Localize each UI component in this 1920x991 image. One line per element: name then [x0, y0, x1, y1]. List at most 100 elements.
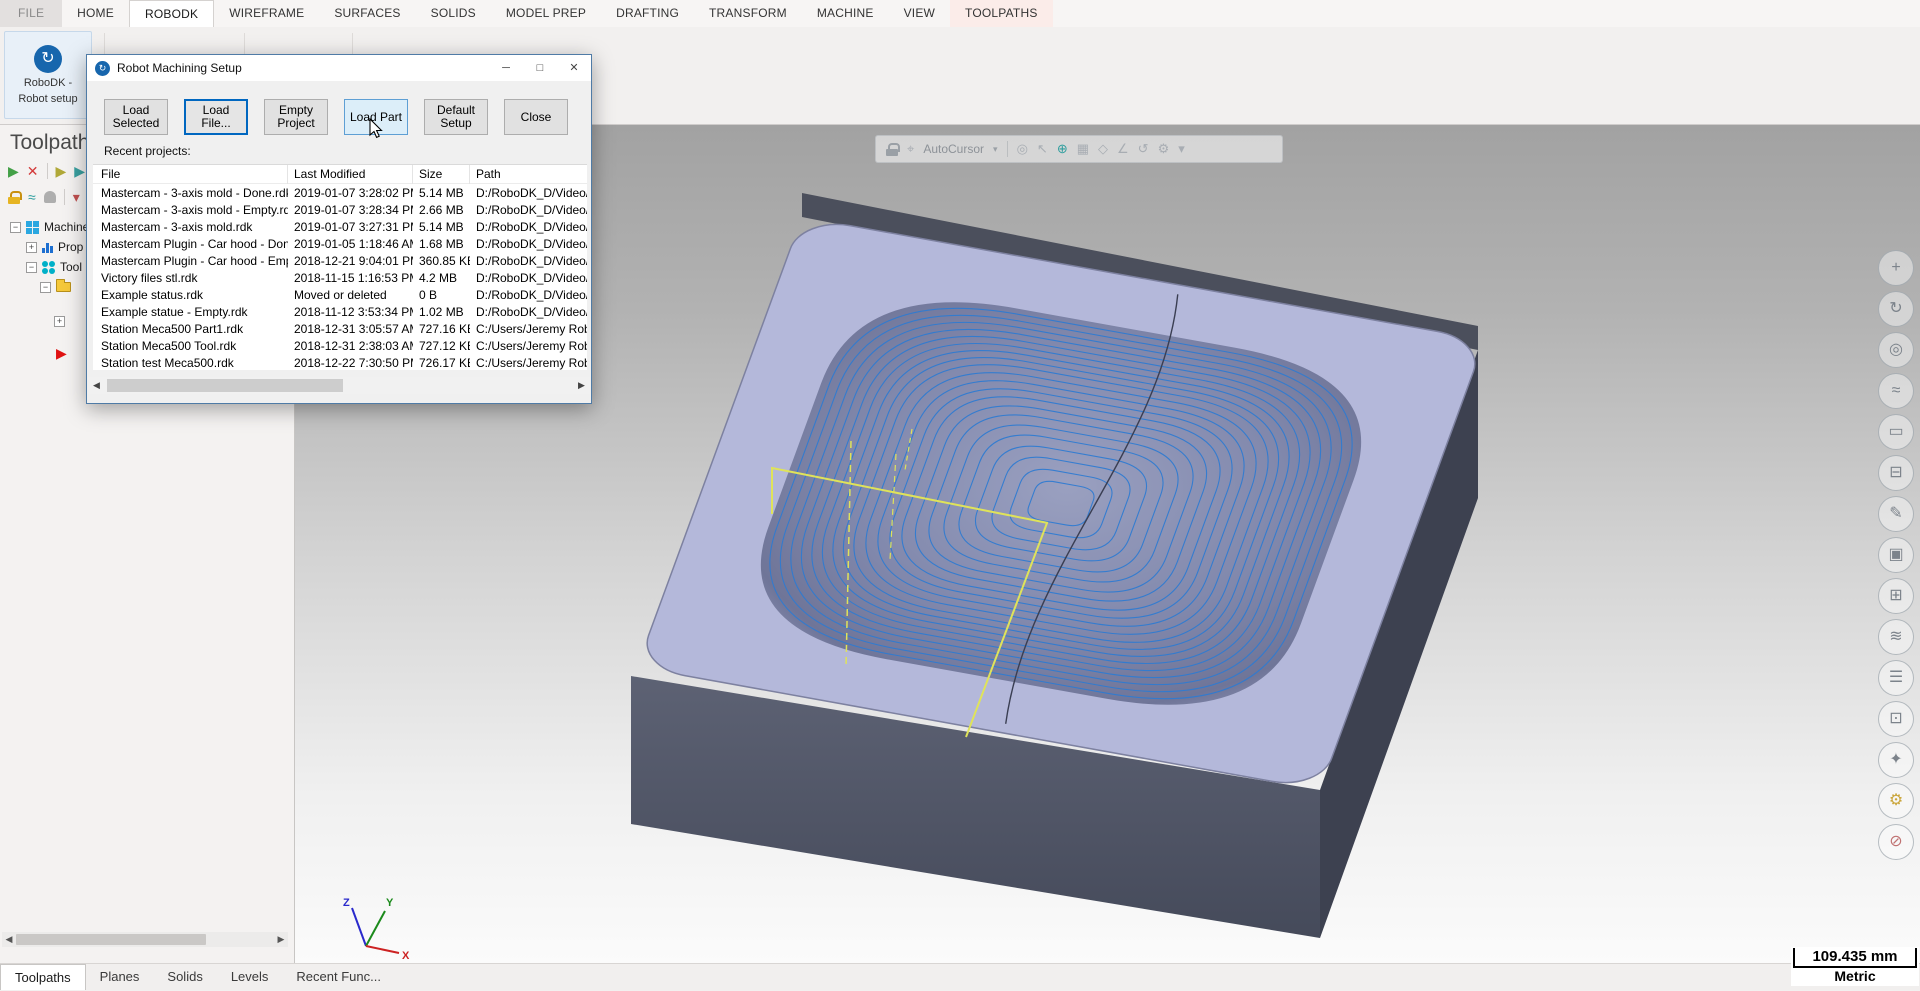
table-row[interactable]: Station Meca500 Part1.rdk2018-12-31 3:05…	[93, 320, 587, 337]
ghost-toolpath-icon[interactable]	[44, 191, 56, 203]
expand-toggle-icon[interactable]: +	[26, 242, 37, 253]
scroll-left-icon[interactable]: ◀	[2, 934, 16, 945]
panel-horizontal-scrollbar[interactable]: ◀ ▶	[2, 932, 288, 947]
table-row[interactable]: Example status.rdkMoved or deleted0 BD:/…	[93, 286, 587, 303]
lock-icon[interactable]	[8, 191, 20, 204]
tab-toolpaths[interactable]: TOOLPATHS	[950, 0, 1052, 27]
undo-icon[interactable]: ↺	[1138, 141, 1149, 157]
tab-machine[interactable]: MACHINE	[802, 0, 889, 27]
lock-icon[interactable]	[886, 143, 898, 156]
tab-wireframe[interactable]: WIREFRAME	[214, 0, 319, 27]
settings-tool-icon[interactable]: ⚙	[1878, 783, 1914, 819]
bottom-tab-bar: ToolpathsPlanesSolidsLevelsRecent Func..…	[0, 963, 1920, 990]
diamond-icon[interactable]: ◇	[1098, 141, 1108, 157]
tab-transform[interactable]: TRANSFORM	[694, 0, 802, 27]
crosshair-icon[interactable]: ⌖	[907, 141, 914, 157]
maximize-button[interactable]: □	[523, 55, 557, 81]
select-toolpath-icon[interactable]: ▶	[56, 163, 67, 179]
empty-project-button[interactable]: Empty Project	[264, 99, 328, 135]
table-row[interactable]: Station test Meca500.rdk2018-12-22 7:30:…	[93, 354, 587, 371]
default-setup-button[interactable]: Default Setup	[424, 99, 488, 135]
angle-icon[interactable]: ∠	[1117, 141, 1129, 157]
robot-machining-setup-dialog: ↻ Robot Machining Setup ─ □ ✕ Load Selec…	[86, 54, 592, 404]
rectangle-tool-icon[interactable]: ▭	[1878, 414, 1914, 450]
tab-view[interactable]: VIEW	[889, 0, 950, 27]
column-header-path[interactable]: Path	[470, 165, 587, 184]
more-tools-icon[interactable]: ▾	[73, 189, 80, 205]
panel-tool-icon[interactable]: ⊡	[1878, 701, 1914, 737]
spline-tool-icon[interactable]: ≈	[1878, 373, 1914, 409]
scroll-left-icon[interactable]: ◀	[88, 380, 105, 391]
tab-drafting[interactable]: DRAFTING	[601, 0, 694, 27]
autocursor-caret-icon[interactable]: ▾	[993, 144, 998, 155]
table-row[interactable]: Station Meca500 Tool.rdk2018-12-31 2:38:…	[93, 337, 587, 354]
robodk-button-label-1: RoboDK -	[24, 77, 72, 89]
scroll-right-icon[interactable]: ▶	[573, 380, 590, 391]
column-header-last-modified[interactable]: Last Modified	[288, 165, 413, 184]
load-selected-button[interactable]: Load Selected	[104, 99, 168, 135]
tab-file[interactable]: FILE	[0, 0, 62, 27]
bottom-tab-recent-func[interactable]: Recent Func...	[282, 964, 395, 990]
bottom-tab-planes[interactable]: Planes	[86, 964, 154, 990]
regen-toolpath-icon[interactable]: ▶	[74, 163, 85, 179]
tab-surfaces[interactable]: SURFACES	[319, 0, 415, 27]
tab-home[interactable]: HOME	[62, 0, 129, 27]
column-header-file[interactable]: File	[93, 165, 288, 184]
tab-model-prep[interactable]: MODEL PREP	[491, 0, 601, 27]
bottom-tab-levels[interactable]: Levels	[217, 964, 283, 990]
table-row[interactable]: Victory files stl.rdk2018-11-15 1:16:53 …	[93, 269, 587, 286]
draw-tool-icon[interactable]: ✎	[1878, 496, 1914, 532]
minimize-button[interactable]: ─	[489, 55, 523, 81]
snap-point-icon[interactable]: ⊕	[1057, 141, 1068, 157]
star-tool-icon[interactable]: ✦	[1878, 742, 1914, 778]
select-arrow-icon[interactable]: ↖	[1037, 141, 1048, 157]
collapse-toggle-icon[interactable]: −	[40, 282, 51, 293]
table-row[interactable]: Mastercam - 3-axis mold - Empty.rdk2019-…	[93, 201, 587, 218]
column-header-size[interactable]: Size	[413, 165, 470, 184]
levels-tool-icon[interactable]: ☰	[1878, 660, 1914, 696]
section-tool-icon[interactable]: ⊟	[1878, 455, 1914, 491]
add-tool-icon[interactable]: +	[1878, 250, 1914, 286]
table-row[interactable]: Mastercam - 3-axis mold.rdk2019-01-07 3:…	[93, 218, 587, 235]
scroll-right-icon[interactable]: ▶	[274, 934, 288, 945]
table-row[interactable]: Mastercam - 3-axis mold - Done.rdk2019-0…	[93, 184, 587, 201]
tree-label-toolgroup: Tool	[60, 260, 82, 274]
dropdown-caret-icon[interactable]: ▾	[1178, 141, 1185, 157]
collapse-toggle-icon[interactable]: −	[26, 262, 37, 273]
bottom-tab-solids[interactable]: Solids	[153, 964, 216, 990]
gear-icon[interactable]: ⚙	[1158, 141, 1170, 157]
disable-tool-icon[interactable]: ⊘	[1878, 824, 1914, 860]
grid-icon[interactable]: ▦	[1077, 141, 1089, 157]
grid-view-icon[interactable]: ⊞	[1878, 578, 1914, 614]
scrollbar-thumb[interactable]	[16, 934, 206, 945]
expand-toggle-icon[interactable]: +	[54, 316, 65, 327]
tab-robodk[interactable]: ROBODK	[129, 0, 214, 27]
autocursor-label[interactable]: AutoCursor	[923, 142, 984, 156]
toolbar-separator	[1007, 141, 1008, 157]
select-all-icon[interactable]: ▶	[8, 163, 19, 179]
table-row[interactable]: Mastercam Plugin - Car hood - Empty.rdk2…	[93, 252, 587, 269]
scrollbar-thumb[interactable]	[107, 379, 343, 392]
dialog-horizontal-scrollbar[interactable]: ◀ ▶	[88, 377, 590, 394]
dialog-titlebar[interactable]: ↻ Robot Machining Setup ─ □ ✕	[87, 55, 591, 81]
robodk-setup-button[interactable]: ↻ RoboDK - Robot setup	[4, 31, 92, 119]
toolbar-separator	[64, 189, 65, 205]
close-button[interactable]: Close	[504, 99, 568, 135]
table-header[interactable]: FileLast ModifiedSizePath	[93, 165, 587, 184]
bottom-tab-toolpaths[interactable]: Toolpaths	[0, 964, 86, 990]
table-row[interactable]: Example statue - Empty.rdk2018-11-12 3:5…	[93, 303, 587, 320]
circle-tool-icon[interactable]: ◎	[1878, 332, 1914, 368]
table-row[interactable]: Mastercam Plugin - Car hood - Done.rdk20…	[93, 235, 587, 252]
waves-tool-icon[interactable]: ≋	[1878, 619, 1914, 655]
load-file-button[interactable]: Load File...	[184, 99, 248, 135]
toolgroup-icon	[42, 261, 55, 274]
rotate-tool-icon[interactable]: ↻	[1878, 291, 1914, 327]
target-icon[interactable]: ◎	[1017, 141, 1028, 157]
fit-view-icon[interactable]: ▣	[1878, 537, 1914, 573]
deselect-all-icon[interactable]: ✕	[27, 163, 39, 179]
tab-solids[interactable]: SOLIDS	[416, 0, 491, 27]
dialog-title: Robot Machining Setup	[117, 61, 489, 75]
close-window-button[interactable]: ✕	[557, 55, 591, 81]
collapse-toggle-icon[interactable]: −	[10, 222, 21, 233]
waves-display-icon[interactable]: ≈	[28, 189, 36, 205]
